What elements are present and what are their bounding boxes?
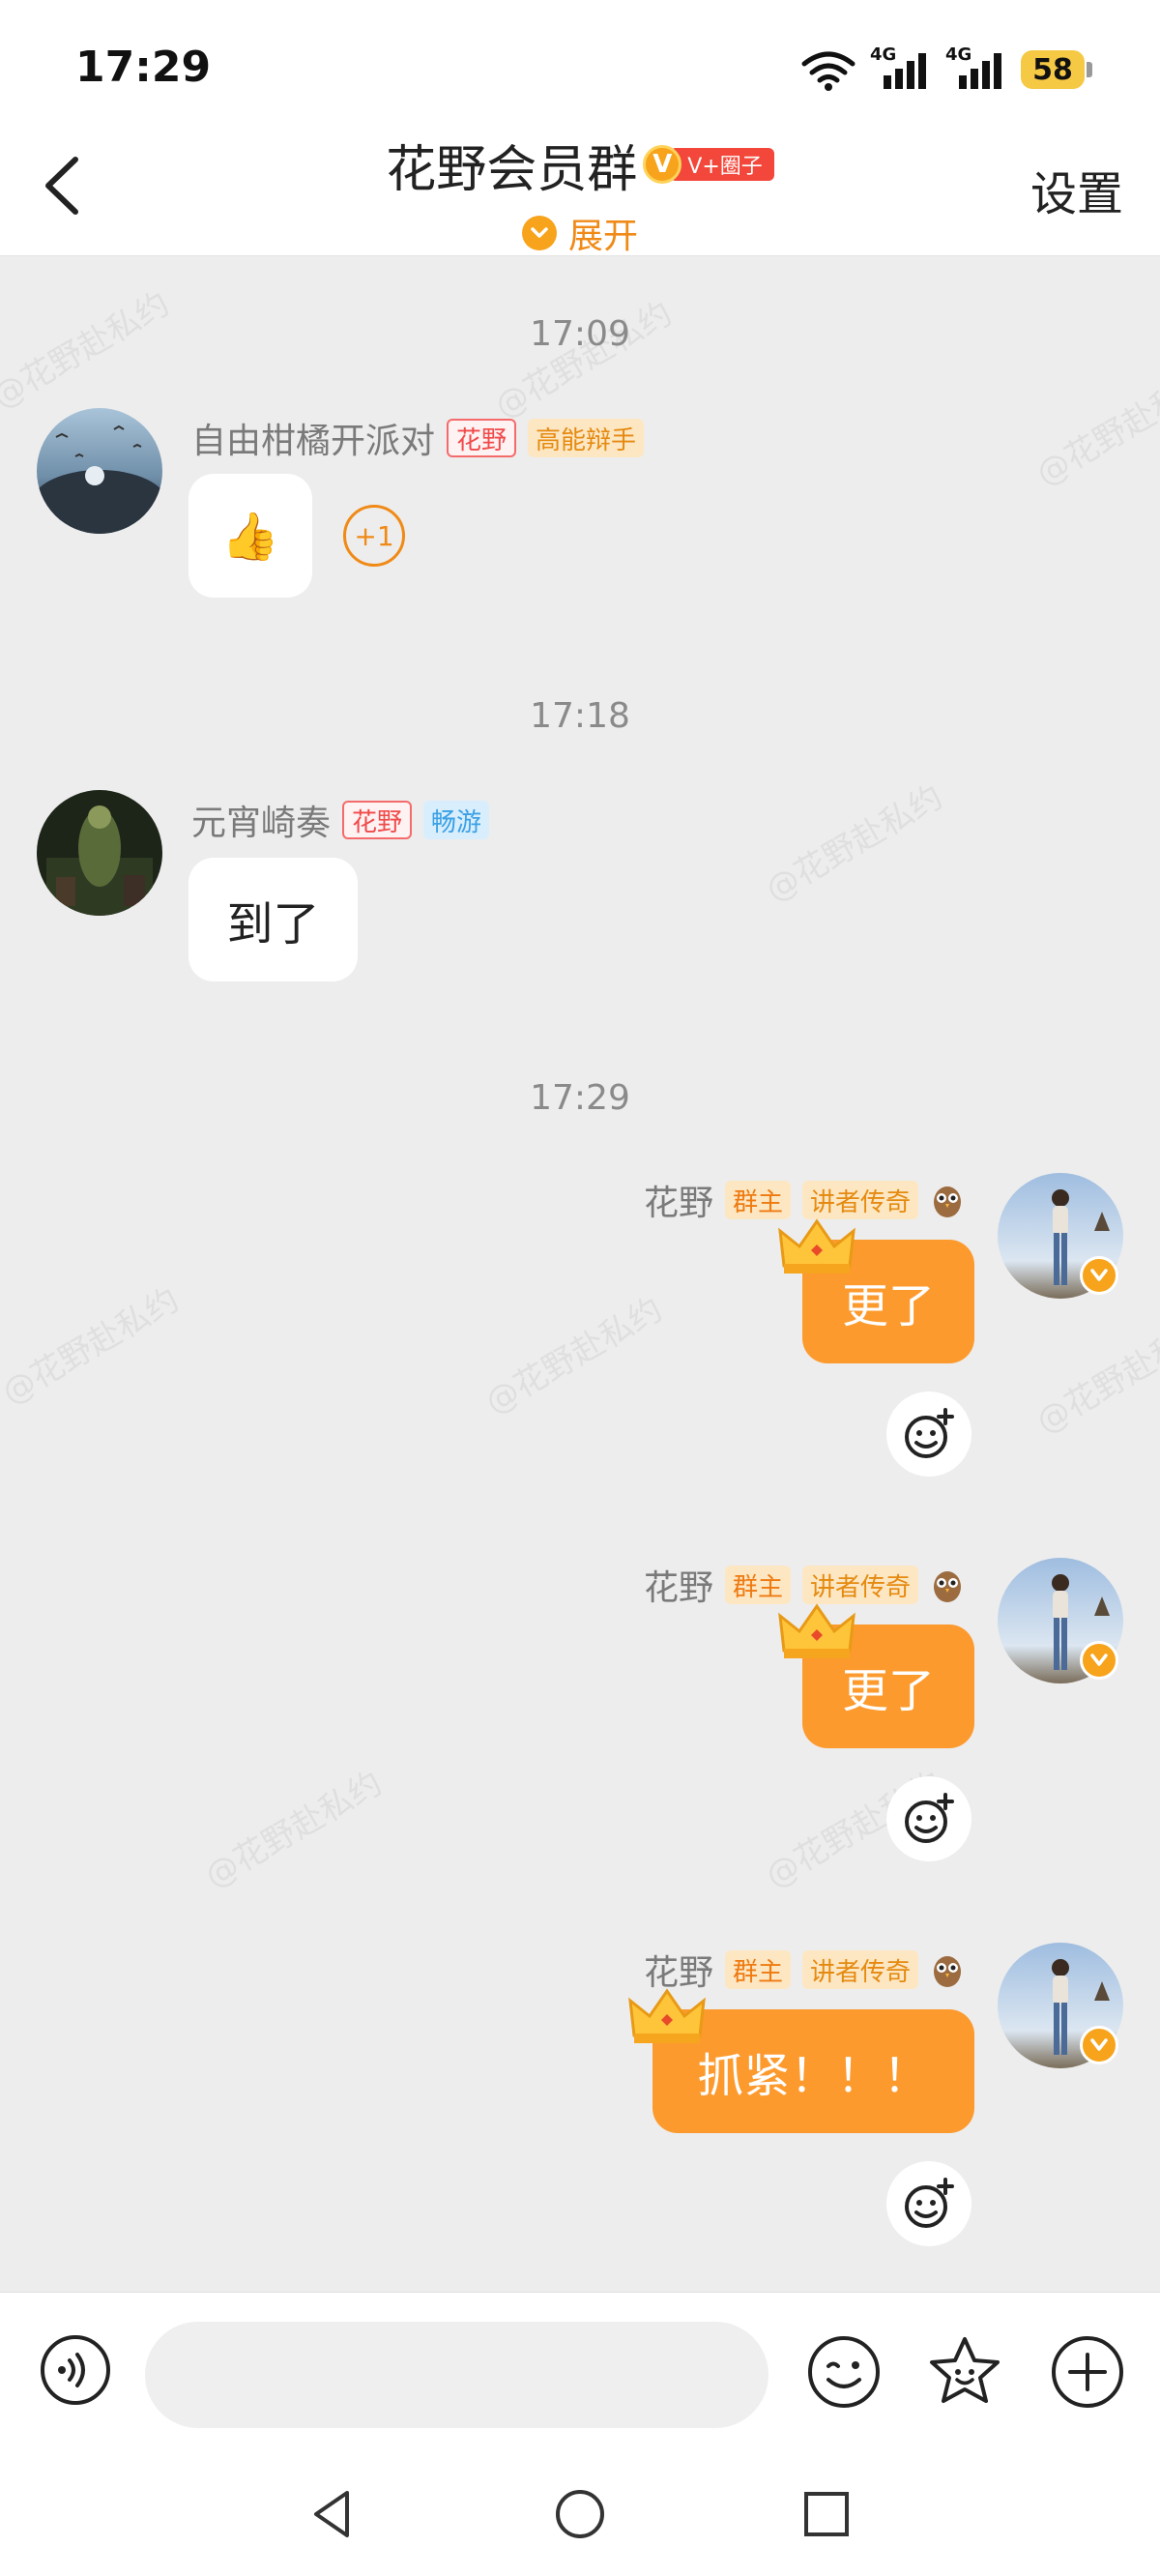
- signal-2-icon: 4G: [945, 44, 1007, 89]
- crown-icon: [628, 1988, 706, 2043]
- group-title: 花野会员群: [386, 140, 638, 199]
- input-bar: [0, 2292, 1160, 2456]
- timestamp: 17:09: [530, 314, 630, 354]
- plus-icon[interactable]: [1049, 2333, 1126, 2411]
- nav-recents-icon[interactable]: [798, 2485, 856, 2543]
- expand-toggle[interactable]: 展开: [0, 208, 1160, 258]
- watermark: @花野赴私约: [198, 1764, 390, 1896]
- sender-name: 元宵崎奏 花野 畅游: [191, 795, 490, 845]
- owner-tag: 群主: [724, 1181, 791, 1219]
- sender-name: 自由柑橘开派对 花野 高能辩手: [191, 413, 645, 463]
- rank-tag: 高能辩手: [528, 419, 645, 457]
- verified-icon: [1080, 2026, 1118, 2064]
- status-time: 17:29: [75, 43, 212, 92]
- add-reaction-icon: [905, 1793, 954, 1843]
- verified-icon: [1080, 1256, 1118, 1295]
- avatar[interactable]: [37, 408, 162, 534]
- chat-area[interactable]: @花野赴私约 @花野赴私约 @花野赴私约 @花野赴私约 @花野赴私约 @花野赴私…: [0, 256, 1160, 2292]
- plus-one-button[interactable]: +1: [343, 505, 405, 567]
- sticker-star-icon[interactable]: [926, 2333, 1003, 2411]
- rank-tag: 讲者传奇: [801, 1566, 918, 1604]
- rank-tag: 畅游: [423, 801, 490, 839]
- crown-icon: [778, 1218, 856, 1273]
- rank-tag: 讲者传奇: [801, 1181, 918, 1219]
- chat-header: 花野会员群 V V+圈子 展开 设置: [0, 131, 1160, 256]
- watermark: @花野赴私约: [1030, 1309, 1160, 1442]
- owl-icon: [934, 1956, 961, 1987]
- member-tag: 花野: [342, 801, 413, 839]
- watermark: @花野赴私约: [1030, 362, 1160, 494]
- timestamp: 17:18: [530, 696, 630, 736]
- wifi-icon: [801, 51, 856, 91]
- watermark: @花野赴私约: [759, 777, 950, 910]
- member-tag: 花野: [447, 419, 517, 457]
- owl-icon: [934, 1571, 961, 1602]
- add-reaction-button[interactable]: [886, 1776, 972, 1861]
- system-nav-bar: [0, 2456, 1160, 2576]
- add-reaction-icon: [905, 2178, 954, 2228]
- title-row: 花野会员群 V V+圈子: [0, 131, 1160, 199]
- status-bar: 17:29 4G 4G 58: [0, 0, 1160, 131]
- settings-button[interactable]: 设置: [1030, 156, 1123, 223]
- watermark: @花野赴私约: [0, 1280, 187, 1413]
- add-reaction-button[interactable]: [886, 2161, 972, 2246]
- signal-1-icon: 4G: [870, 44, 932, 89]
- vip-icon: V: [643, 145, 682, 184]
- owner-tag: 群主: [724, 1566, 791, 1604]
- owner-tag: 群主: [724, 1950, 791, 1989]
- voice-icon[interactable]: [39, 2333, 112, 2407]
- rank-tag: 讲者传奇: [801, 1950, 918, 1989]
- status-icons: 4G 4G 58: [800, 43, 1092, 97]
- watermark: @花野赴私约: [488, 294, 680, 426]
- message-bubble[interactable]: 到了: [188, 858, 358, 981]
- expand-label: 展开: [567, 217, 638, 256]
- message-input[interactable]: [145, 2322, 768, 2428]
- chevron-down-icon: [521, 216, 557, 250]
- battery-icon: 58: [1021, 50, 1092, 89]
- timestamp: 17:29: [530, 1078, 630, 1118]
- vip-tag: V+圈子: [670, 148, 774, 181]
- crown-icon: [778, 1603, 856, 1658]
- watermark: @花野赴私约: [478, 1290, 670, 1422]
- add-reaction-button[interactable]: [886, 1391, 972, 1477]
- verified-icon: [1080, 1641, 1118, 1680]
- nav-home-icon[interactable]: [551, 2485, 609, 2543]
- emoji-icon[interactable]: [805, 2333, 883, 2411]
- nav-back-icon[interactable]: [304, 2485, 362, 2543]
- message-bubble[interactable]: 👍: [188, 474, 312, 598]
- vip-badge[interactable]: V V+圈子: [643, 145, 774, 184]
- add-reaction-icon: [905, 1408, 954, 1458]
- owl-icon: [934, 1186, 961, 1217]
- avatar[interactable]: [37, 790, 162, 916]
